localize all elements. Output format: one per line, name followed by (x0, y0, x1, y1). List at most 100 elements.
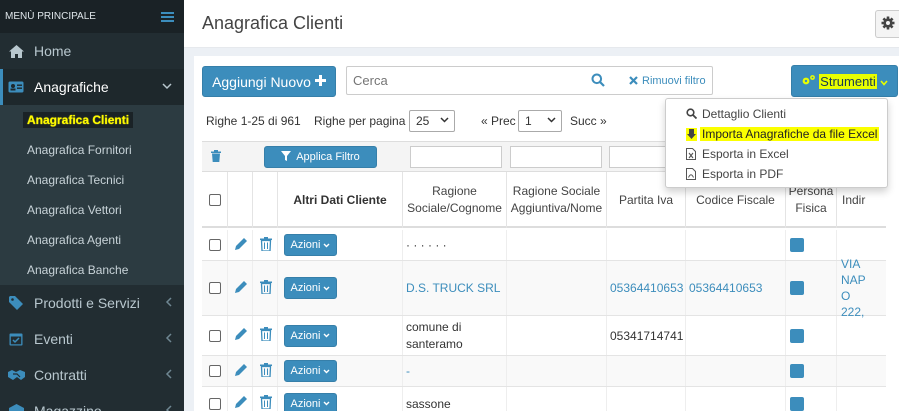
cell-ragione-sociale: · · · · · · (402, 230, 506, 260)
row-delete-cell (252, 356, 277, 386)
cell-ragione-sociale-agg (506, 230, 606, 260)
sidebar-subitem-fornitori[interactable]: Anagrafica Fornitori (0, 135, 184, 165)
actions-label: Azioni (290, 365, 321, 377)
row-actions-cell: Azioni (277, 316, 402, 355)
caret-down-icon (323, 284, 330, 293)
tools-button[interactable]: Strumenti (791, 65, 898, 97)
persona-fisica-checkbox[interactable] (790, 364, 804, 378)
trash-icon[interactable] (260, 279, 272, 297)
header-ragione-sociale-agg[interactable]: Ragione Sociale Aggiuntiva/Nome (506, 172, 606, 228)
row-checkbox[interactable] (209, 365, 221, 377)
actions-button[interactable]: Azioni (284, 360, 337, 382)
trash-icon[interactable] (260, 327, 272, 344)
pencil-icon[interactable] (234, 280, 248, 297)
sidebar-subitem-tecnici[interactable]: Anagrafica Tecnici (0, 165, 184, 195)
sidebar-subitem-banche[interactable]: Anagrafica Banche (0, 255, 184, 285)
cell-partita-iva (606, 387, 685, 411)
cell-persona-fisica (785, 387, 836, 411)
cell-indirizzo[interactable]: VIA NAPO 222, (836, 257, 872, 319)
settings-button[interactable] (875, 10, 899, 38)
trash-icon[interactable] (260, 395, 272, 411)
cell-codice-fiscale[interactable]: 05364410653 (685, 261, 785, 315)
cell-codice-fiscale (685, 387, 785, 411)
filter-ragione-sociale-agg-input[interactable] (510, 146, 602, 168)
cell-ragione-sociale[interactable]: D.S. TRUCK SRL (402, 261, 506, 315)
row-delete-cell (252, 387, 277, 411)
hamburger-icon[interactable] (161, 11, 174, 22)
actions-label: Azioni (290, 397, 321, 410)
table-row: Azioni - (202, 356, 886, 387)
actions-button[interactable]: Azioni (284, 324, 337, 347)
menu-item-dettaglio-clienti[interactable]: Dettaglio Clienti (666, 104, 887, 124)
menu-item-label: Esporta in Excel (702, 147, 789, 161)
plus-icon (314, 73, 326, 90)
actions-button[interactable]: Azioni (284, 277, 337, 299)
sidebar-item-prodotti[interactable]: Prodotti e Servizi (0, 285, 184, 321)
rows-per-page-select[interactable]: 25 (409, 110, 455, 132)
prev-page-link[interactable]: « Prec (481, 114, 516, 128)
sidebar-subitem-clienti[interactable]: Anagrafica Clienti (0, 105, 184, 135)
row-checkbox[interactable] (209, 282, 221, 294)
pencil-icon[interactable] (234, 395, 248, 411)
tools-label: Strumenti (819, 73, 877, 89)
filter-ragione-sociale-input[interactable] (410, 146, 502, 168)
search-icon[interactable] (591, 73, 605, 87)
menu-item-esporta-excel[interactable]: Esporta in Excel (666, 144, 887, 164)
persona-fisica-checkbox[interactable] (790, 238, 804, 252)
sidebar-item-anagrafiche[interactable]: Anagrafiche (0, 69, 184, 105)
menu-item-label: Dettaglio Clienti (702, 107, 787, 121)
next-page-link[interactable]: Succ » (570, 114, 607, 128)
persona-fisica-checkbox[interactable] (790, 328, 804, 343)
sidebar-subitem-label: Anagrafica Banche (27, 263, 129, 277)
cell-ragione-sociale-agg (506, 316, 606, 355)
row-checkbox[interactable] (209, 329, 221, 342)
row-checkbox[interactable] (209, 239, 221, 251)
pencil-icon[interactable] (234, 327, 248, 344)
cell-indirizzo (836, 316, 886, 355)
search-input[interactable] (347, 67, 587, 94)
cell-persona-fisica (785, 230, 836, 260)
header-altri-dati[interactable]: Altri Dati Cliente (277, 172, 402, 228)
filter-partita-iva-input[interactable] (609, 146, 669, 168)
select-all-cell (202, 172, 227, 228)
header-edit (227, 172, 252, 228)
trash-icon[interactable] (260, 362, 272, 380)
row-actions-cell: Azioni (277, 230, 402, 260)
page-select[interactable]: 1 (518, 110, 562, 132)
header-ragione-sociale[interactable]: Ragione Sociale/Cognome (402, 172, 506, 228)
sidebar-item-contratti[interactable]: Contratti (0, 357, 184, 393)
pencil-icon[interactable] (234, 237, 248, 254)
chevron-left-icon (165, 404, 172, 411)
cell-partita-iva[interactable]: 05364410653 (606, 261, 685, 315)
handshake-icon (7, 369, 25, 381)
tools-dropdown-menu: Dettaglio Clienti Importa Anagrafiche da… (665, 98, 888, 188)
row-checkbox[interactable] (209, 397, 221, 410)
sidebar-subitem-agenti[interactable]: Anagrafica Agenti (0, 225, 184, 255)
sidebar-item-eventi[interactable]: Eventi (0, 321, 184, 357)
sidebar-subitem-vettori[interactable]: Anagrafica Vettori (0, 195, 184, 225)
apply-filter-button[interactable]: Applica Filtro (264, 146, 377, 168)
actions-button[interactable]: Azioni (284, 234, 337, 256)
menu-item-importa-excel[interactable]: Importa Anagrafiche da file Excel (666, 124, 887, 144)
menu-item-esporta-pdf[interactable]: Esporta in PDF (666, 164, 887, 184)
gears-icon (801, 73, 817, 89)
select-all-checkbox[interactable] (208, 194, 221, 206)
sidebar-item-magazzino[interactable]: Magazzino (0, 393, 184, 411)
persona-fisica-checkbox[interactable] (790, 396, 804, 411)
sidebar-item-home[interactable]: Home (0, 33, 184, 69)
home-icon (7, 44, 25, 58)
cell-ragione-sociale[interactable]: - (402, 356, 506, 386)
page-header: Anagrafica Clienti (184, 0, 899, 48)
trash-icon[interactable] (260, 236, 272, 254)
trash-icon[interactable] (211, 150, 221, 165)
actions-button[interactable]: Azioni (284, 392, 337, 411)
excel-file-icon (686, 148, 697, 160)
cell-partita-iva (606, 230, 685, 260)
remove-filter-link[interactable]: Rimuovi filtro (629, 74, 706, 88)
sidebar-submenu: Anagrafica Clienti Anagrafica Fornitori … (0, 105, 184, 285)
pencil-icon[interactable] (234, 363, 248, 380)
add-new-button[interactable]: Aggiungi Nuovo (202, 66, 336, 97)
rows-per-page-label: Righe per pagina (314, 114, 406, 128)
persona-fisica-checkbox[interactable] (790, 281, 804, 295)
sidebar-item-label: Magazzino (34, 403, 102, 411)
